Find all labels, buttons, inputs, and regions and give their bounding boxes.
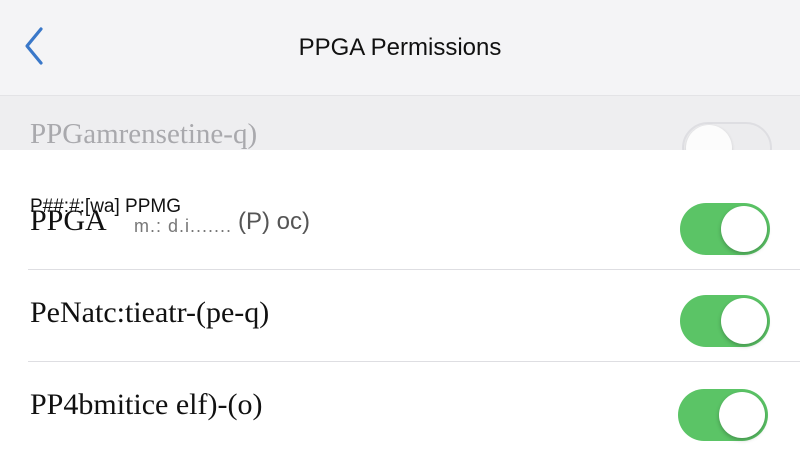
- permission-label: PeNatc:tieatr-(pe-q): [30, 296, 270, 329]
- toggle-knob: [719, 392, 765, 438]
- page-title: PPGA Permissions: [298, 34, 502, 61]
- permission-overlay-label: P##:#:[wa] PPMG: [30, 196, 182, 217]
- permission-label: PP4bmitice elf)-(o): [30, 388, 263, 421]
- permission-toggle-on[interactable]: [680, 203, 770, 255]
- permission-label: PPGamrensetine-q): [30, 118, 258, 150]
- permission-toggle-on[interactable]: [678, 389, 768, 441]
- toggle-knob: [721, 206, 767, 252]
- permission-detail: (P) oc): [238, 208, 310, 235]
- navigation-bar: PPGA Permissions: [0, 0, 800, 96]
- permission-toggle-on[interactable]: [680, 295, 770, 347]
- toggle-knob: [721, 298, 767, 344]
- permission-sublabel: m.: d.i.......: [134, 216, 233, 236]
